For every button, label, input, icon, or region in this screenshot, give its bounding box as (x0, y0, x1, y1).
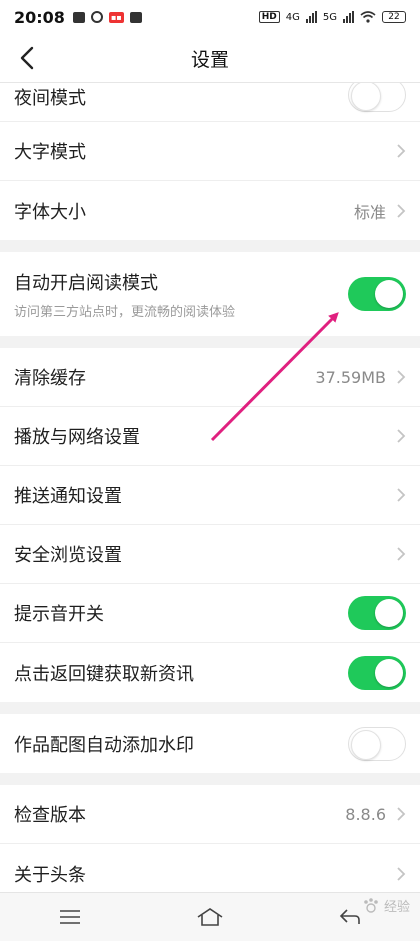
status-time: 20:08 (14, 7, 65, 27)
toggle-knob (375, 658, 403, 687)
setting-playback-network[interactable]: 播放与网络设置 (0, 407, 420, 466)
setting-safe-browsing[interactable]: 安全浏览设置 (0, 525, 420, 584)
book-icon (129, 11, 142, 23)
setting-large-text[interactable]: 大字模式 (0, 122, 420, 181)
setting-value: 标准 (353, 202, 386, 222)
status-bar: 20:08 ▪▪ HD 4G 5G 22 (0, 0, 420, 34)
chevron-right-icon (397, 144, 406, 158)
back-refresh-toggle[interactable] (348, 655, 406, 690)
title-bar: 设置 (0, 34, 420, 83)
compass-icon (90, 11, 103, 23)
toggle-knob (351, 80, 381, 111)
wifi-icon (360, 11, 376, 23)
watermark: 经验 (362, 896, 410, 915)
setting-check-version[interactable]: 检查版本 8.8.6 (0, 785, 420, 844)
toggle-knob (375, 599, 403, 627)
setting-label: 提示音开关 (14, 604, 104, 625)
signal-bars-icon (343, 11, 354, 23)
setting-label: 自动开启阅读模式 (14, 272, 158, 294)
setting-label: 关于头条 (14, 864, 86, 886)
setting-label: 点击返回键获取新资讯 (14, 663, 194, 685)
status-indicators: HD 4G 5G 22 (258, 11, 406, 23)
setting-push-notifications[interactable]: 推送通知设置 (0, 466, 420, 525)
settings-group-watermark: 作品配图自动添加水印 (0, 714, 420, 773)
menu-icon (60, 910, 80, 924)
chevron-right-icon (397, 370, 406, 384)
battery-level: 22 (388, 12, 400, 22)
setting-font-size[interactable]: 字体大小 标准 (0, 181, 420, 240)
setting-label: 夜间模式 (14, 87, 86, 109)
toggle-knob (351, 729, 381, 760)
page-title: 设置 (190, 48, 229, 71)
setting-auto-watermark[interactable]: 作品配图自动添加水印 (0, 714, 420, 773)
settings-group-about: 检查版本 8.8.6 关于头条 (0, 785, 420, 903)
version-value: 8.8.6 (345, 804, 386, 824)
battery-icon: 22 (382, 11, 406, 23)
chevron-right-icon (397, 429, 406, 443)
system-nav-bar (0, 892, 420, 941)
setting-night-mode[interactable]: 夜间模式 (0, 77, 420, 122)
chevron-right-icon (397, 866, 406, 881)
watermark-text: 经验 (383, 900, 410, 915)
signal-4g-label: 4G (285, 11, 300, 23)
hd-icon: HD (258, 11, 280, 23)
setting-auto-reading-mode[interactable]: 自动开启阅读模式 访问第三方站点时，更流畅的阅读体验 (0, 252, 420, 336)
back-nav-icon (339, 909, 360, 924)
setting-label: 安全浏览设置 (14, 545, 122, 566)
auto-reading-mode-toggle[interactable] (348, 277, 406, 311)
signal-5g-label: 5G (322, 11, 337, 23)
menu-nav-button[interactable] (52, 903, 88, 931)
setting-clear-cache[interactable]: 清除缓存 37.59MB (0, 348, 420, 407)
signal-bars-icon (305, 11, 317, 23)
status-notification-icons: ▪▪ (72, 11, 142, 23)
home-nav-button[interactable] (192, 903, 228, 931)
setting-description: 访问第三方站点时，更流畅的阅读体验 (14, 304, 236, 320)
chevron-right-icon (397, 547, 406, 561)
settings-group-display: 夜间模式 大字模式 字体大小 标准 (0, 77, 420, 240)
chevron-right-icon (397, 203, 406, 218)
setting-label: 字体大小 (14, 201, 86, 223)
settings-list: 夜间模式 大字模式 字体大小 标准 自动开启阅读模式 访问第三方站点时，更流畅的… (0, 77, 420, 915)
toggle-knob (375, 280, 403, 308)
back-arrow-icon[interactable] (14, 44, 42, 72)
setting-label: 播放与网络设置 (14, 427, 140, 448)
paw-logo-icon (364, 897, 378, 913)
settings-group-reading: 自动开启阅读模式 访问第三方站点时，更流畅的阅读体验 (0, 252, 420, 336)
gallery-icon (72, 11, 85, 23)
notification-sound-toggle[interactable] (348, 596, 406, 630)
cache-size-value: 37.59MB (315, 367, 386, 387)
setting-label: 推送通知设置 (14, 486, 122, 507)
settings-group-general: 清除缓存 37.59MB 播放与网络设置 推送通知设置 安全浏览设置 提示音开关… (0, 348, 420, 702)
news-app-icon: ▪▪ (108, 11, 124, 23)
setting-label: 清除缓存 (14, 368, 86, 389)
setting-label: 作品配图自动添加水印 (14, 734, 194, 756)
setting-label: 大字模式 (14, 142, 86, 163)
auto-watermark-toggle[interactable] (348, 726, 406, 761)
home-icon (197, 908, 223, 926)
setting-label: 检查版本 (14, 805, 86, 826)
chevron-right-icon (397, 807, 406, 821)
setting-notification-sound[interactable]: 提示音开关 (0, 584, 420, 643)
setting-back-refresh[interactable]: 点击返回键获取新资讯 (0, 643, 420, 702)
chevron-right-icon (397, 488, 406, 502)
